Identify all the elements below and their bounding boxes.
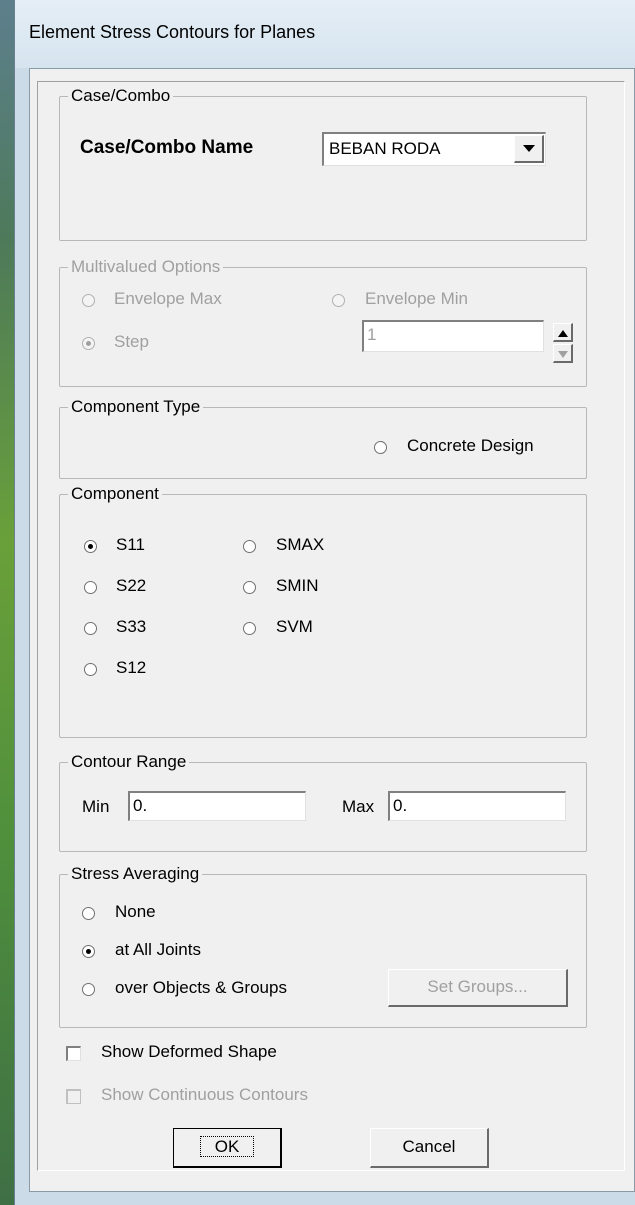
envelope-min-radio[interactable] [332, 294, 345, 307]
component-label-s12: S12 [116, 658, 147, 677]
arrow-up-icon [557, 330, 568, 337]
step-number-input[interactable]: 1 [362, 320, 544, 352]
component-legend: Component [68, 484, 162, 504]
averaging-radio-all-joints[interactable] [82, 945, 95, 958]
arrow-down-icon [557, 351, 568, 358]
component-type-legend: Component Type [68, 397, 204, 417]
component-radio-smax[interactable] [243, 540, 256, 553]
multivalued-options-legend: Multivalued Options [68, 257, 224, 277]
component-radio-smin[interactable] [243, 581, 256, 594]
case-combo-select[interactable]: BEBAN RODA [322, 132, 546, 166]
stress-averaging-group: Stress Averaging None at All Joints over… [59, 864, 587, 1028]
multivalued-options-group: Multivalued Options Envelope Max Envelop… [59, 257, 587, 387]
contour-max-label: Max [342, 797, 375, 816]
case-combo-group: Case/Combo Case/Combo Name BEBAN RODA [59, 86, 587, 241]
dialog-client-area: Case/Combo Case/Combo Name BEBAN RODA Mu… [29, 68, 635, 1192]
component-radio-svm[interactable] [243, 622, 256, 635]
concrete-design-label: Concrete Design [407, 436, 534, 455]
show-continuous-contours-label: Show Continuous Contours [101, 1085, 308, 1104]
component-radio-s12[interactable] [84, 663, 97, 676]
show-deformed-shape-checkbox[interactable] [66, 1046, 81, 1061]
contour-min-label: Min [82, 797, 110, 816]
component-radio-s11[interactable] [84, 540, 97, 553]
component-radio-s33[interactable] [84, 622, 97, 635]
envelope-max-radio[interactable] [82, 294, 95, 307]
averaging-label-all-joints: at All Joints [115, 940, 201, 959]
step-number-value: 1 [367, 325, 377, 344]
averaging-label-objects-groups: over Objects & Groups [115, 978, 287, 997]
ok-button[interactable]: OK [173, 1128, 282, 1168]
chevron-down-icon [522, 145, 535, 152]
contour-min-input[interactable]: 0. [128, 791, 306, 821]
ok-button-label: OK [199, 1136, 255, 1157]
component-radio-s22[interactable] [84, 581, 97, 594]
component-label-smin: SMIN [276, 576, 319, 595]
averaging-label-none: None [115, 902, 156, 921]
contour-range-legend: Contour Range [68, 752, 190, 772]
component-label-s22: S22 [116, 576, 147, 595]
cancel-button[interactable]: Cancel [370, 1128, 489, 1168]
window-title: Element Stress Contours for Planes [29, 22, 316, 42]
case-combo-legend: Case/Combo [68, 86, 174, 106]
envelope-min-label: Envelope Min [365, 289, 469, 308]
title-bar[interactable]: Element Stress Contours for Planes [15, 0, 635, 68]
component-label-s11: S11 [116, 535, 145, 554]
contour-max-value: 0. [393, 796, 408, 815]
envelope-max-label: Envelope Max [114, 289, 222, 308]
component-group: Component S11 S22 S33 S12 SMAX SMIN SVM [59, 484, 587, 738]
component-type-group: Component Type Concrete Design [59, 397, 587, 479]
averaging-radio-none[interactable] [82, 907, 95, 920]
show-continuous-contours-checkbox[interactable] [66, 1089, 81, 1104]
component-label-svm: SVM [276, 617, 313, 636]
averaging-radio-objects-groups[interactable] [82, 983, 95, 996]
step-label: Step [114, 332, 149, 351]
component-label-s33: S33 [116, 617, 147, 636]
step-down-button[interactable] [553, 344, 573, 363]
step-radio[interactable] [82, 337, 95, 350]
contour-min-value: 0. [133, 796, 148, 815]
component-label-smax: SMAX [276, 535, 325, 554]
show-deformed-shape-label: Show Deformed Shape [101, 1042, 277, 1061]
case-combo-select-value: BEBAN RODA [329, 139, 441, 158]
contour-max-input[interactable]: 0. [388, 791, 566, 821]
dialog-panel: Case/Combo Case/Combo Name BEBAN RODA Mu… [37, 81, 625, 1171]
set-groups-button[interactable]: Set Groups... [388, 969, 568, 1007]
step-up-button[interactable] [553, 323, 573, 342]
contour-range-group: Contour Range Min 0. Max 0. [59, 752, 587, 852]
stress-averaging-legend: Stress Averaging [68, 864, 203, 884]
concrete-design-radio[interactable] [374, 441, 387, 454]
dialog-window: Element Stress Contours for Planes Case/… [14, 0, 635, 1205]
case-combo-name-label: Case/Combo Name [80, 137, 254, 158]
case-combo-dropdown-button[interactable] [514, 135, 544, 163]
